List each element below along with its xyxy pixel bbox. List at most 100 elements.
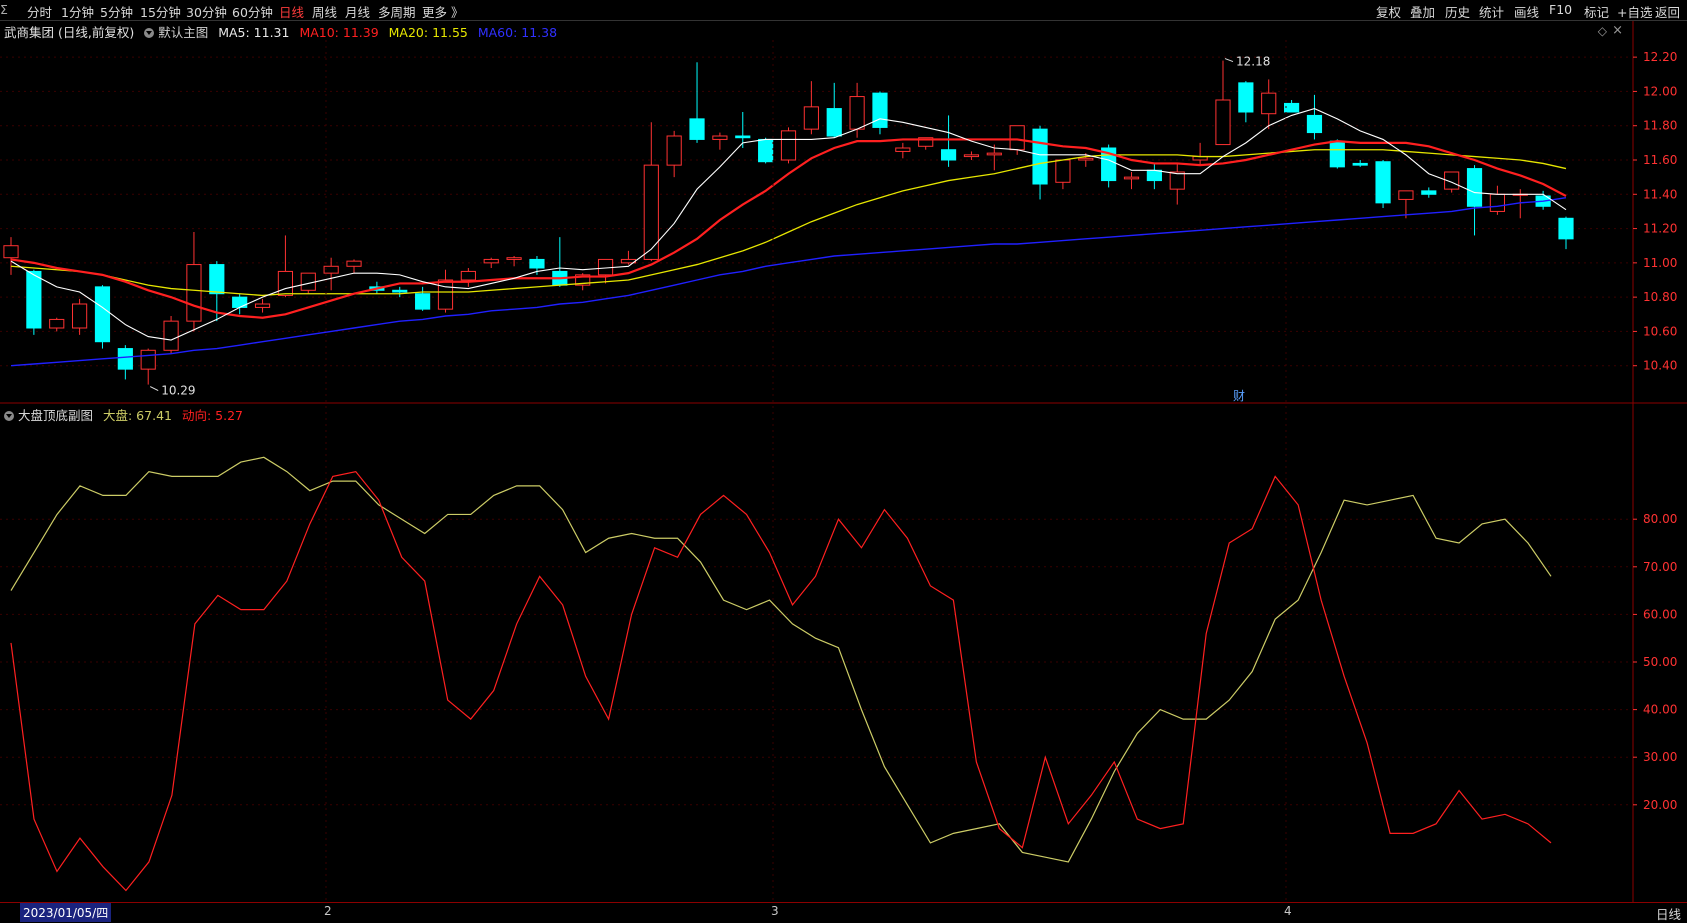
candle-body xyxy=(506,257,522,260)
candle-body xyxy=(1238,82,1254,113)
candle-body xyxy=(1466,168,1483,207)
ma10-value: MA10: 11.39 xyxy=(299,25,379,40)
candle-body xyxy=(460,270,476,281)
candle-body xyxy=(643,164,659,260)
history-button[interactable]: 历史 xyxy=(1445,2,1470,21)
candle-body xyxy=(415,293,431,310)
candle-body xyxy=(1009,125,1025,151)
period-tab-5min[interactable]: 5分钟 xyxy=(100,2,133,21)
stats-button[interactable]: 统计 xyxy=(1479,2,1504,21)
candle-body xyxy=(26,270,42,329)
candle-body xyxy=(1558,217,1574,240)
month-label: 4 xyxy=(1284,904,1292,918)
period-tab-60min[interactable]: 60分钟 xyxy=(232,2,273,21)
period-tab-daily[interactable]: 日线 xyxy=(279,2,304,21)
candle-body xyxy=(94,286,111,343)
indicator-tick-label: 60.00 xyxy=(1643,607,1677,621)
candle-body xyxy=(1421,190,1437,195)
fuquan-button[interactable]: 复权 xyxy=(1376,2,1401,21)
period-select-button[interactable]: 日线 xyxy=(1656,904,1681,923)
dapan-value: 大盘: 67.41 xyxy=(103,408,172,423)
close-icon[interactable]: × xyxy=(1612,23,1623,38)
ma60-line xyxy=(10,197,1567,367)
period-tab-30min[interactable]: 30分钟 xyxy=(186,2,227,21)
indicator-info: 大盘顶底副图 大盘: 67.41 动向: 5.27 xyxy=(4,405,249,423)
ma60-value: MA60: 11.38 xyxy=(477,25,558,40)
menu-icon[interactable]: Σ xyxy=(0,2,8,17)
price-tick-label: 10.80 xyxy=(1643,290,1677,304)
high-marker-arrow xyxy=(1224,58,1234,63)
period-tab-1min[interactable]: 1分钟 xyxy=(61,2,94,21)
period-tab-weekly[interactable]: 周线 xyxy=(312,2,337,21)
indicator-tick-label: 50.00 xyxy=(1643,655,1677,669)
date-axis-bar xyxy=(0,902,1687,923)
indicator-tick-label: 70.00 xyxy=(1643,560,1677,574)
period-tab-15min[interactable]: 15分钟 xyxy=(140,2,181,21)
candle-body xyxy=(437,279,454,310)
template-dropdown[interactable]: 默认主图 xyxy=(144,25,208,40)
candle-body xyxy=(277,270,294,296)
high-price-label: 12.18 xyxy=(1236,55,1270,69)
candle-body xyxy=(1215,99,1231,146)
price-tick-label: 11.20 xyxy=(1643,222,1677,236)
chevron-down-icon xyxy=(4,411,14,421)
price-tick-label: 11.00 xyxy=(1643,256,1677,270)
price-tick-label: 11.60 xyxy=(1643,153,1677,167)
indicator-dropdown[interactable]: 大盘顶底副图 xyxy=(4,408,93,423)
candle-body xyxy=(1146,169,1162,182)
period-tab-fenshi[interactable]: 分时 xyxy=(27,2,52,21)
candle-body xyxy=(300,272,316,291)
dongxiang-value: 动向: 5.27 xyxy=(181,408,243,423)
candle-body xyxy=(72,303,88,329)
candle-body xyxy=(163,320,179,351)
candle-body xyxy=(209,264,225,295)
candle-body xyxy=(1123,176,1140,180)
draw-button[interactable]: 画线 xyxy=(1514,2,1539,21)
period-tab-multi[interactable]: 多周期 xyxy=(378,2,416,21)
overlay-button[interactable]: 叠加 xyxy=(1410,2,1435,21)
chevron-down-icon xyxy=(144,28,155,38)
price-tick-label: 10.40 xyxy=(1643,359,1677,373)
period-tab-monthly[interactable]: 月线 xyxy=(345,2,370,21)
diamond-icon[interactable]: ◇ xyxy=(1598,24,1607,38)
candle-body xyxy=(803,106,819,130)
dapan-line xyxy=(10,456,1552,863)
candle-body xyxy=(1078,157,1094,161)
back-button[interactable]: 返回 xyxy=(1655,2,1680,21)
candle-body xyxy=(1489,193,1505,212)
candle-body xyxy=(1032,128,1048,185)
candle-body xyxy=(232,296,248,308)
low-price-label: 10.29 xyxy=(161,384,195,398)
candle-body xyxy=(666,135,682,166)
candle-body xyxy=(849,96,865,130)
chart-canvas[interactable]: 12.20 12.00 11.80 11.60 11.40 11.20 11.00 10.80… xyxy=(0,0,1687,922)
indicator-name: 大盘顶底副图 xyxy=(18,408,94,423)
add-watchlist-button[interactable]: +自选 xyxy=(1617,2,1652,21)
candle-body xyxy=(1283,102,1300,113)
candle-body xyxy=(483,258,499,264)
candle-body xyxy=(1329,140,1345,168)
candle-body xyxy=(1352,162,1368,166)
ma20-value: MA20: 11.55 xyxy=(388,25,468,40)
indicator-tick-label: 80.00 xyxy=(1643,512,1677,526)
main-chart-info: 武商集团 (日线,前复权) 默认主图 MA5: 11.31 MA10: 11.3… xyxy=(4,22,563,40)
month-label: 2 xyxy=(324,904,332,918)
mark-button[interactable]: 标记 xyxy=(1584,2,1609,21)
candle-body xyxy=(895,147,911,152)
f10-button[interactable]: F10 xyxy=(1549,2,1572,17)
period-toolbar: Σ 分时 1分钟 5分钟 15分钟 30分钟 60分钟 日线 周线 月线 多周期… xyxy=(0,0,1687,21)
low-marker-arrow xyxy=(149,386,159,392)
candle-body xyxy=(3,245,19,259)
candle-body xyxy=(49,318,65,329)
finance-marker[interactable]: 财 xyxy=(1233,389,1245,403)
candle-body xyxy=(1169,171,1185,190)
indicator-tick-label: 30.00 xyxy=(1643,750,1677,764)
indicator-tick-label: 20.00 xyxy=(1643,798,1677,812)
candle-body xyxy=(780,130,797,161)
candle-body xyxy=(963,154,980,158)
candle-body xyxy=(140,349,156,370)
period-tab-more[interactable]: 更多 》 xyxy=(422,2,463,21)
candle-body xyxy=(254,303,271,308)
candle-body xyxy=(392,289,408,293)
month-label: 3 xyxy=(771,904,779,918)
